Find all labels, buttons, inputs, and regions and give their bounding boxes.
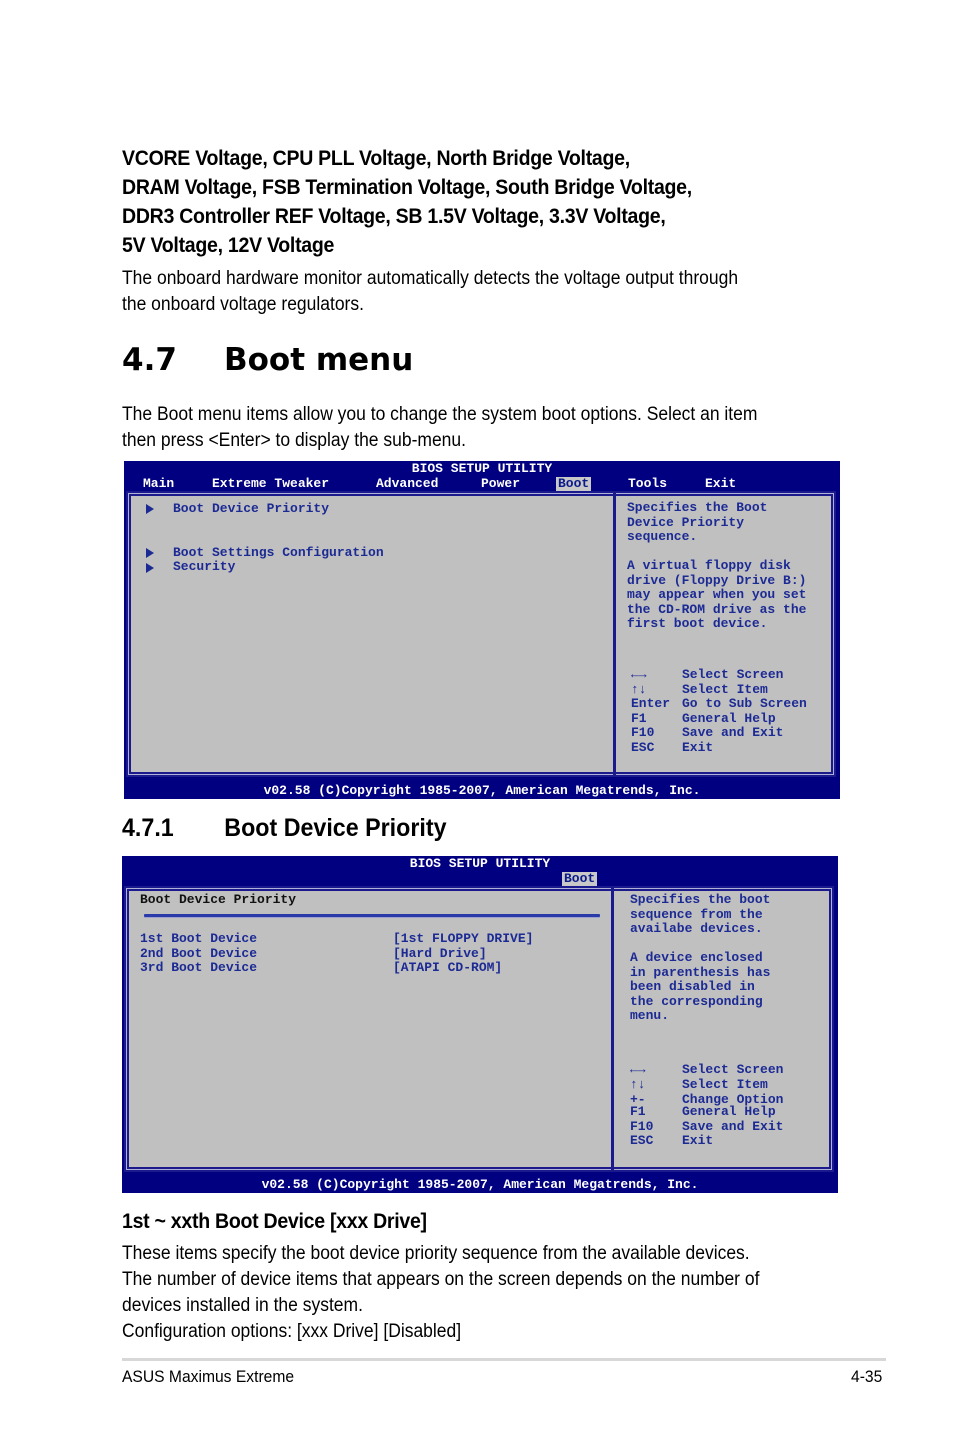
section-number: 4.7 [122, 342, 177, 378]
bios-tab-boot[interactable]: Boot [556, 477, 592, 491]
submenu-arrow-icon [146, 548, 154, 558]
panel-separator [144, 914, 600, 917]
key-name: ESC [631, 739, 655, 755]
boot-device-label[interactable]: 1st Boot Device [140, 931, 257, 947]
key-name: F1 [631, 710, 647, 726]
bios-tab-advanced[interactable]: Advanced [376, 477, 438, 491]
help-line: first boot device. [627, 616, 768, 631]
help-line: A virtual floppy disk [627, 558, 791, 573]
bios-menu-bar: Main Extreme Tweaker Advanced Power Boot… [124, 477, 840, 491]
bios-panel: Boot Device Priority 1st Boot Device [1s… [124, 886, 834, 1172]
key-name: F1 [630, 1104, 646, 1119]
section-title: Boot Device Priority [224, 814, 447, 842]
voltage-heading-line: DRAM Voltage, FSB Termination Voltage, S… [122, 176, 692, 199]
bios-item-security[interactable]: Security [173, 559, 235, 575]
boot-device-heading: 1st ~ xxth Boot Device [xxx Drive] [122, 1210, 427, 1233]
bios-tab-tools[interactable]: Tools [628, 477, 667, 491]
key-action: General Help [682, 1104, 776, 1119]
bios-tab-extreme-tweaker[interactable]: Extreme Tweaker [212, 477, 329, 491]
key-action: Exit [682, 739, 714, 755]
key-action: Select Item [682, 681, 768, 697]
help-line: been disabled in [630, 979, 755, 994]
footer-page-number: 4-35 [851, 1367, 883, 1386]
bios-tab-boot[interactable]: Boot [562, 872, 598, 886]
key-action: General Help [682, 710, 776, 726]
key-name: Enter [631, 696, 671, 711]
help-line: A device enclosed [630, 950, 763, 965]
footer-rule [122, 1358, 886, 1361]
voltage-heading-line: 5V Voltage, 12V Voltage [122, 234, 335, 257]
footer-product-name: ASUS Maximus Extreme [122, 1367, 295, 1386]
key-name: F10 [631, 725, 655, 740]
help-line: Specifies the boot [630, 892, 771, 907]
section-heading-boot-device-priority: 4.7.1 Boot Device Priority [122, 812, 447, 844]
boot-device-value[interactable]: [1st FLOPPY DRIVE] [393, 931, 533, 947]
up-down-arrows-icon: ↑↓ [630, 1076, 646, 1092]
boot-device-label[interactable]: 2nd Boot Device [140, 946, 257, 962]
bios-copyright-footer: v02.58 (C)Copyright 1985-2007, American … [263, 783, 701, 798]
paragraph-line: Configuration options: [xxx Drive] [Disa… [122, 1321, 462, 1342]
help-line: availabe devices. [630, 921, 763, 936]
key-action: Exit [682, 1133, 714, 1148]
key-action: Select Screen [682, 667, 784, 682]
left-right-arrows-icon: ←→ [631, 667, 647, 682]
help-line: drive (Floppy Drive B:) [627, 572, 807, 588]
help-line: the corresponding [630, 993, 763, 1009]
paragraph-line: then press <Enter> to display the sub-me… [122, 430, 466, 451]
bios-screen-boot-device-priority: BIOS SETUP UTILITY Boot Boot Device Prio… [122, 856, 838, 1193]
submenu-arrow-icon [146, 563, 154, 573]
bios-menu-bar: Boot [122, 872, 838, 886]
boot-device-value[interactable]: [Hard Drive] [393, 946, 487, 962]
bios-title: BIOS SETUP UTILITY [411, 461, 553, 476]
section-number: 4.7.1 [122, 814, 174, 842]
up-down-arrows-icon: ↑↓ [631, 681, 647, 697]
panel-divider [611, 888, 614, 1170]
key-action: Select Item [682, 1076, 768, 1092]
paragraph-line: The onboard hardware monitor automatical… [122, 268, 739, 289]
section-title: Boot menu [224, 342, 414, 378]
help-line: menu. [630, 1008, 670, 1023]
key-action: Go to Sub Screen [682, 696, 807, 711]
boot-device-value[interactable]: [ATAPI CD-ROM] [393, 960, 502, 976]
panel-title: Boot Device Priority [140, 892, 297, 907]
key-action: Save and Exit [682, 1118, 784, 1134]
help-line: Device Priority [627, 514, 745, 530]
bios-screen-boot-menu: BIOS SETUP UTILITY Main Extreme Tweaker … [124, 461, 840, 799]
left-right-arrows-icon: ←→ [630, 1062, 646, 1077]
key-name: F10 [630, 1118, 654, 1134]
paragraph-line: the onboard voltage regulators. [122, 294, 364, 315]
help-line: may appear when you set [627, 587, 807, 602]
paragraph-line: These items specify the boot device prio… [122, 1243, 750, 1264]
bios-tab-exit[interactable]: Exit [705, 477, 736, 491]
paragraph-line: The Boot menu items allow you to change … [122, 404, 758, 425]
key-action: Select Screen [682, 1062, 784, 1077]
help-line: in parenthesis has [630, 964, 771, 980]
submenu-arrow-icon [146, 504, 154, 514]
key-action: Save and Exit [682, 725, 784, 740]
help-line: sequence from the [630, 906, 763, 922]
bios-panel: Boot Device Priority Boot Settings Confi… [126, 491, 836, 777]
paragraph-line: devices installed in the system. [122, 1295, 363, 1316]
key-name: ESC [630, 1133, 654, 1148]
help-line: sequence. [627, 529, 698, 544]
panel-divider [613, 493, 616, 775]
voltage-heading-line: DDR3 Controller REF Voltage, SB 1.5V Vol… [122, 205, 666, 228]
bios-copyright-footer: v02.58 (C)Copyright 1985-2007, American … [261, 1177, 699, 1192]
bios-title: BIOS SETUP UTILITY [409, 856, 551, 871]
section-heading-boot-menu: 4.7 Boot menu [122, 338, 413, 382]
bios-item-boot-device-priority[interactable]: Boot Device Priority [173, 501, 329, 517]
help-line: Specifies the Boot [627, 500, 768, 515]
paragraph-line: The number of device items that appears … [122, 1269, 760, 1290]
boot-device-label[interactable]: 3rd Boot Device [140, 960, 257, 976]
bios-tab-main[interactable]: Main [143, 477, 174, 491]
bios-tab-power[interactable]: Power [481, 477, 520, 491]
voltage-heading-line: VCORE Voltage, CPU PLL Voltage, North Br… [122, 147, 630, 170]
help-line: the CD-ROM drive as the [627, 601, 807, 617]
